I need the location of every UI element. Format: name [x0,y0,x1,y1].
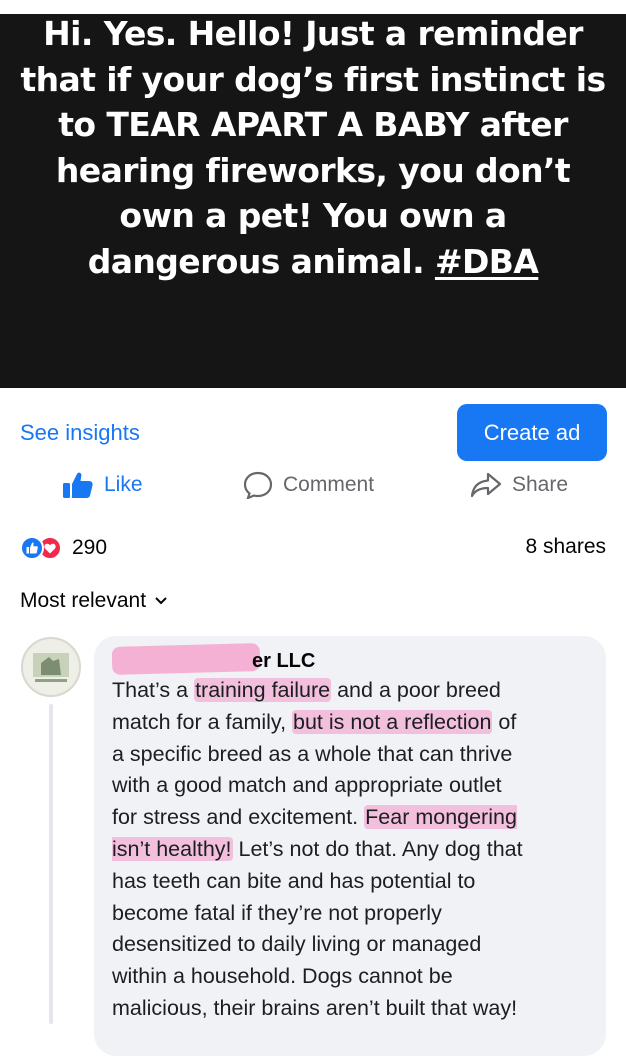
comment-sort-dropdown[interactable]: Most relevant [20,589,168,613]
reaction-count: 290 [72,536,108,559]
post-image[interactable]: Hi. Yes. Hello! Just a reminder that if … [0,14,626,388]
share-button[interactable]: Share [470,470,568,500]
share-label: Share [512,473,569,496]
thread-line [49,704,53,1024]
reactions-summary[interactable]: 290 [20,534,107,562]
comment-text-part: That’s a [112,678,195,702]
comment-button[interactable]: Comment [243,470,374,500]
like-button[interactable]: Like [62,470,143,500]
shares-count[interactable]: 8 shares [525,535,606,559]
hashtag-link[interactable]: #DBA [435,242,539,281]
post-image-text: Hi. Yes. Hello! Just a reminder that if … [20,11,606,284]
comment-text-part: Let’s not do that. Any dog that has teet… [112,836,523,1020]
highlighted-phrase: but is not a reflection [292,709,493,734]
highlighted-phrase: training failure [194,678,332,702]
like-reaction-icon [20,536,44,560]
like-label: Like [104,473,143,496]
chevron-down-icon [155,597,167,605]
comment-label: Comment [283,473,375,496]
comment-text: That’s a training failure and a poor bre… [112,675,602,1025]
comment-author-name: er LLC [252,650,316,672]
share-arrow-icon [470,472,502,498]
comment-author[interactable]: er LLC [112,650,315,672]
see-insights-link[interactable]: See insights [20,420,140,446]
sort-label: Most relevant [20,589,147,612]
speech-bubble-icon [243,471,273,499]
create-ad-button[interactable]: Create ad [457,404,607,461]
business-logo-icon [25,641,77,693]
thumbs-up-icon [63,472,93,498]
commenter-avatar[interactable] [21,637,81,697]
